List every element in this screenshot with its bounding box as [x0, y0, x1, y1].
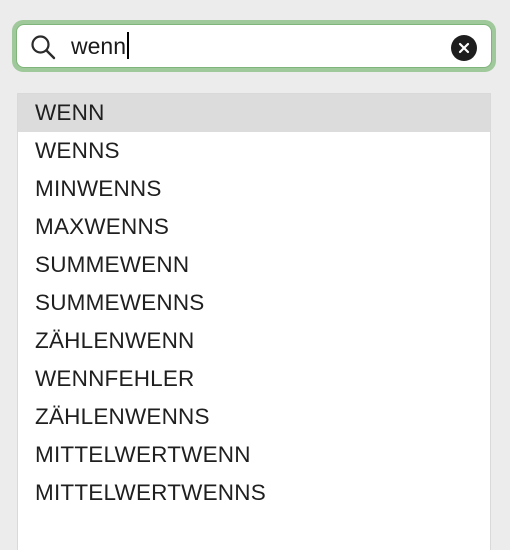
list-item-label: ZÄHLENWENNS: [35, 404, 210, 429]
list-item[interactable]: ZÄHLENWENNS: [18, 398, 490, 436]
list-item-label: MITTELWERTWENN: [35, 442, 251, 467]
list-item-label: MINWENNS: [35, 176, 162, 201]
list-item-label: SUMMEWENN: [35, 252, 190, 277]
list-item[interactable]: SUMMEWENNS: [18, 284, 490, 322]
list-item-label: WENN: [35, 100, 105, 125]
list-item-label: ZÄHLENWENN: [35, 328, 195, 353]
list-item[interactable]: WENNS: [18, 132, 490, 170]
list-item[interactable]: SUMMEWENN: [18, 246, 490, 284]
list-item-label: WENNFEHLER: [35, 366, 195, 391]
list-item-label: SUMMEWENNS: [35, 290, 205, 315]
clear-search-button[interactable]: [451, 35, 477, 61]
list-item[interactable]: MITTELWERTWENN: [18, 436, 490, 474]
function-results-list: WENN WENNS MINWENNS MAXWENNS SUMMEWENN S…: [17, 93, 491, 550]
search-icon: [30, 34, 56, 60]
search-field[interactable]: wenn: [16, 24, 492, 68]
clear-icon: [458, 42, 470, 54]
list-item[interactable]: MAXWENNS: [18, 208, 490, 246]
list-item[interactable]: ZÄHLENWENN: [18, 322, 490, 360]
search-input[interactable]: wenn: [71, 31, 431, 61]
search-focus-ring: wenn: [12, 20, 496, 72]
text-caret: [126, 32, 129, 59]
list-item[interactable]: MITTELWERTWENNS: [18, 474, 490, 512]
search-input-value: wenn: [71, 33, 126, 59]
function-search-popover: wenn WENN WENNS MINWENNS MAXWENNS SUMMEW…: [0, 0, 510, 550]
list-item-label: WENNS: [35, 138, 120, 163]
list-item-label: MAXWENNS: [35, 214, 170, 239]
list-item[interactable]: WENNFEHLER: [18, 360, 490, 398]
list-item[interactable]: MINWENNS: [18, 170, 490, 208]
list-item-selected[interactable]: WENN: [18, 94, 490, 132]
list-item-label: MITTELWERTWENNS: [35, 480, 266, 505]
